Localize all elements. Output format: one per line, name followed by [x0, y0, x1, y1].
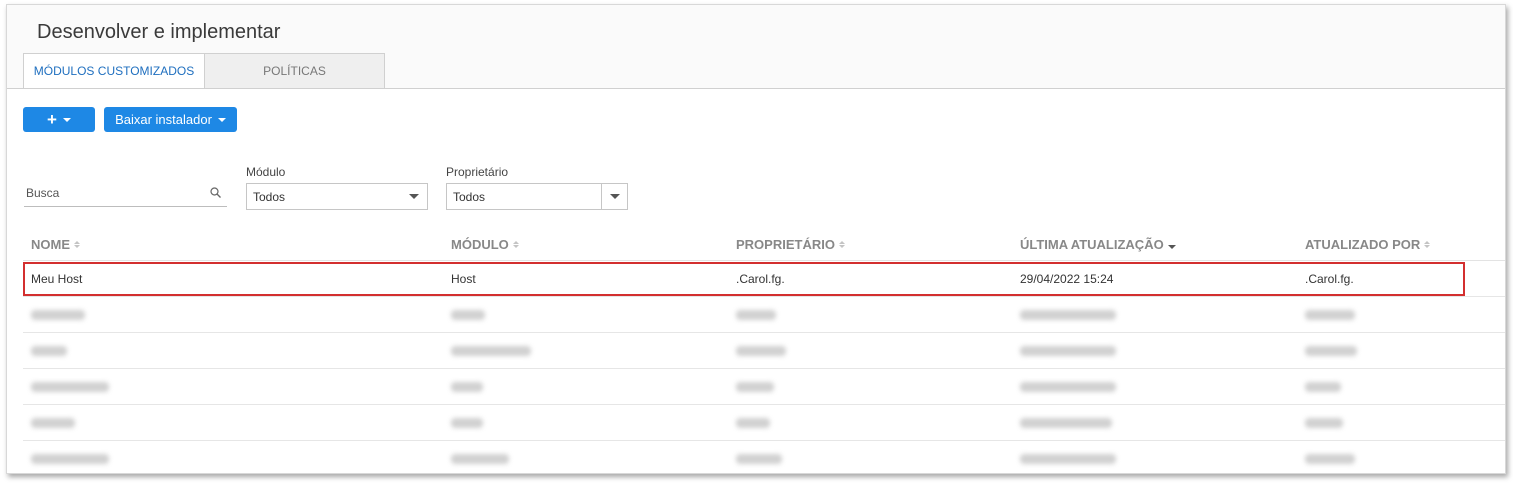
cell-updated-by: .Carol.fg.	[1305, 272, 1354, 286]
column-header-owner[interactable]: PROPRIETÁRIO	[736, 237, 845, 252]
column-header-name[interactable]: NOME	[31, 237, 80, 252]
chevron-down-icon	[409, 194, 419, 199]
module-filter-label: Módulo	[246, 165, 286, 179]
cell-last-update: 29/04/2022 15:24	[1020, 272, 1114, 286]
search-field	[24, 179, 227, 207]
column-header-updated-by[interactable]: ATUALIZADO POR	[1305, 237, 1431, 252]
sort-icon	[1424, 241, 1431, 248]
tab-policies[interactable]: POLÍTICAS	[205, 53, 385, 89]
sort-icon	[838, 241, 845, 248]
table-row[interactable]: Meu Host Host .Carol.fg. 29/04/2022 15:2…	[23, 261, 1505, 297]
add-button[interactable]: +	[23, 107, 95, 132]
module-select-value: Todos	[253, 189, 286, 204]
search-input[interactable]	[24, 179, 227, 206]
table-row-blurred[interactable]	[23, 333, 1505, 369]
column-header-module[interactable]: MÓDULO	[451, 237, 519, 252]
main-content: + Baixar instalador Módulo Todos Proprie…	[7, 89, 1505, 473]
modules-table: NOME MÓDULO PROPRIETÁRIO ÚLTIMA ATUALIZA…	[23, 225, 1505, 473]
tab-custom-modules[interactable]: MÓDULOS CUSTOMIZADOS	[23, 53, 205, 89]
cell-module: Host	[451, 272, 476, 286]
owner-select[interactable]: Todos	[446, 183, 628, 210]
app-window: Desenvolver e implementar MÓDULOS CUSTOM…	[6, 4, 1506, 474]
search-icon[interactable]	[210, 187, 221, 198]
cell-owner: .Carol.fg.	[736, 272, 785, 286]
plus-icon: +	[47, 110, 57, 129]
sort-icon	[74, 241, 80, 248]
table-row-blurred[interactable]	[23, 297, 1505, 333]
column-header-last-update[interactable]: ÚLTIMA ATUALIZAÇÃO	[1020, 237, 1176, 252]
page-title: Desenvolver e implementar	[37, 21, 281, 43]
chevron-down-icon	[609, 194, 620, 199]
chevron-down-icon	[62, 117, 71, 122]
owner-select-value: Todos	[453, 189, 486, 204]
table-row-blurred[interactable]	[23, 405, 1505, 441]
tab-bar: MÓDULOS CUSTOMIZADOS POLÍTICAS	[23, 53, 385, 89]
sort-icon	[512, 241, 519, 248]
cell-name: Meu Host	[31, 272, 83, 286]
table-row-blurred[interactable]	[23, 441, 1505, 473]
table-header: NOME MÓDULO PROPRIETÁRIO ÚLTIMA ATUALIZA…	[23, 225, 1505, 261]
download-installer-button[interactable]: Baixar instalador	[104, 107, 237, 132]
sort-descending-icon	[1167, 241, 1176, 249]
owner-filter-label: Proprietário	[446, 165, 509, 179]
download-installer-label: Baixar instalador	[115, 112, 212, 127]
table-row-blurred[interactable]	[23, 369, 1505, 405]
chevron-down-icon	[217, 117, 226, 122]
module-select[interactable]: Todos	[246, 183, 428, 210]
